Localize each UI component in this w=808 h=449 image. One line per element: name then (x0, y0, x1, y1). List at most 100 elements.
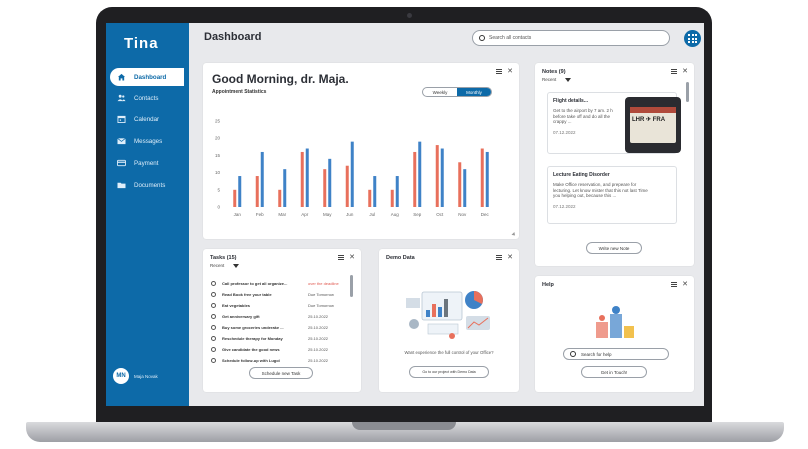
help-search-input[interactable]: Search for help (563, 348, 669, 360)
demo-caption: Want experience the full control of your… (404, 350, 494, 355)
note-body: Get to the airport by 7 am. 2 h before t… (553, 108, 613, 124)
menu-icon[interactable] (671, 69, 678, 74)
x-tick-label: Aug (391, 212, 400, 217)
help-illustration (596, 306, 634, 338)
app-screen: Tina Dashboard Contacts Calendar Message… (106, 23, 704, 406)
filter-icon[interactable] (565, 77, 572, 82)
x-tick-label: Jul (369, 212, 375, 217)
task-checkbox[interactable] (211, 292, 216, 297)
task-row[interactable]: Eat vegetables Due Tomorrow (211, 301, 349, 310)
y-tick-label: 20 (215, 136, 221, 141)
x-tick-label: Apr (301, 212, 309, 217)
note-lecture[interactable]: Lecture Eating Disorder Make Office rese… (547, 166, 677, 224)
filter-icon[interactable] (233, 263, 240, 268)
bar (480, 148, 484, 207)
y-tick-label: 0 (217, 205, 220, 210)
menu-icon[interactable] (671, 282, 678, 287)
people-icon (117, 94, 126, 102)
greeting-title: Good Morning, dr. Maja. (212, 72, 349, 86)
note-title: Lecture Eating Disorder (553, 172, 610, 178)
menu-icon[interactable] (496, 255, 503, 260)
search-placeholder: Search all contacts (489, 35, 532, 41)
bar (463, 169, 467, 207)
task-checkbox[interactable] (211, 303, 216, 308)
sidebar-item-label: Payment (134, 159, 159, 167)
task-row[interactable]: Call professor to get all organize... ove… (211, 279, 349, 288)
sidebar-item-dashboard[interactable]: Dashboard (110, 68, 184, 86)
task-checkbox[interactable] (211, 314, 216, 319)
task-due: Due Tomorrow (308, 303, 334, 308)
menu-icon[interactable] (338, 255, 345, 260)
bar (300, 151, 304, 207)
apps-grid-button[interactable] (684, 30, 701, 47)
search-icon (570, 351, 576, 357)
notes-scrollbar[interactable] (686, 82, 689, 102)
laptop-notch (352, 422, 456, 430)
sidebar-item-payment[interactable]: Payment (110, 154, 184, 172)
notes-filter[interactable]: Recent (542, 77, 572, 82)
close-icon[interactable]: ✕ (682, 281, 688, 288)
task-checkbox[interactable] (211, 347, 216, 352)
card-controls: ✕ (671, 68, 688, 75)
bar (328, 158, 332, 207)
analytics-illustration (406, 291, 490, 339)
sidebar-item-label: Calendar (134, 115, 160, 123)
task-checkbox[interactable] (211, 358, 216, 363)
user-name: Maja Novak (134, 373, 158, 379)
close-icon[interactable]: ✕ (507, 254, 513, 261)
task-title: Give candidate the good news (222, 347, 280, 352)
task-row[interactable]: Reschedule therapy for Monday 25.10.2022 (211, 334, 349, 343)
filter-label: Recent (542, 77, 557, 82)
bar (238, 176, 242, 207)
task-title: Read Book free your table (222, 292, 272, 297)
card-icon (117, 159, 126, 167)
note-flight[interactable]: Flight details... Get to the airport by … (547, 92, 681, 154)
task-row[interactable]: Read Book free your table Due Tomorrow (211, 290, 349, 299)
sidebar-item-documents[interactable]: Documents (110, 176, 184, 194)
task-due: 25.10.2022 (308, 347, 329, 352)
bar (413, 151, 417, 207)
period-toggle[interactable]: Weekly Monthly (422, 87, 492, 97)
sidebar-item-calendar[interactable]: Calendar (110, 110, 184, 128)
folder-icon (117, 182, 126, 189)
toggle-weekly[interactable]: Weekly (423, 88, 457, 96)
get-in-touch-button[interactable]: Get in Touch! (581, 366, 647, 378)
bar (350, 141, 354, 207)
sidebar-item-label: Documents (134, 181, 166, 189)
task-row[interactable]: Get anniversary gift 25.10.2022 (211, 312, 349, 321)
task-row[interactable]: Give candidate the good news 25.10.2022 (211, 345, 349, 354)
schedule-task-button[interactable]: Schedule new Task (249, 367, 313, 379)
bar (435, 145, 439, 207)
toggle-monthly[interactable]: Monthly (457, 88, 491, 96)
statistics-card: ✕ Good Morning, dr. Maja. Appointment St… (203, 63, 519, 239)
bar (368, 189, 372, 207)
user-profile[interactable]: MN Maja Novak (113, 368, 158, 384)
card-controls: ✕ (338, 254, 355, 261)
bar (485, 151, 489, 207)
sidebar-item-messages[interactable]: Messages (110, 132, 184, 150)
write-note-button[interactable]: Write new Note (586, 242, 642, 254)
menu-icon[interactable] (496, 69, 503, 74)
demo-project-button[interactable]: Go to our project with Demo Data (409, 366, 489, 378)
task-checkbox[interactable] (211, 325, 216, 330)
task-due: over the deadline (308, 281, 339, 286)
close-icon[interactable]: ✕ (349, 254, 355, 261)
task-row[interactable]: Schedule follow-up with Lugol 25.10.2022 (211, 356, 349, 365)
avatar[interactable]: MN (113, 368, 129, 384)
resize-handle[interactable] (511, 232, 517, 237)
calendar-icon (117, 115, 126, 123)
task-checkbox[interactable] (211, 336, 216, 341)
sidebar-item-contacts[interactable]: Contacts (110, 89, 184, 107)
tasks-filter[interactable]: Recent (210, 263, 240, 268)
x-tick-label: Mar (278, 212, 286, 217)
ticket-route: LHR ✈ FRA (632, 117, 666, 123)
bar (458, 162, 462, 207)
close-icon[interactable]: ✕ (682, 68, 688, 75)
tasks-scrollbar[interactable] (350, 275, 353, 297)
task-row[interactable]: Buy some groceries underake ... 25.10.202… (211, 323, 349, 332)
close-icon[interactable]: ✕ (507, 68, 513, 75)
task-title: Get anniversary gift (222, 314, 260, 319)
task-checkbox[interactable] (211, 281, 216, 286)
x-tick-label: Sep (413, 212, 422, 217)
search-input[interactable]: Search all contacts (472, 30, 670, 46)
